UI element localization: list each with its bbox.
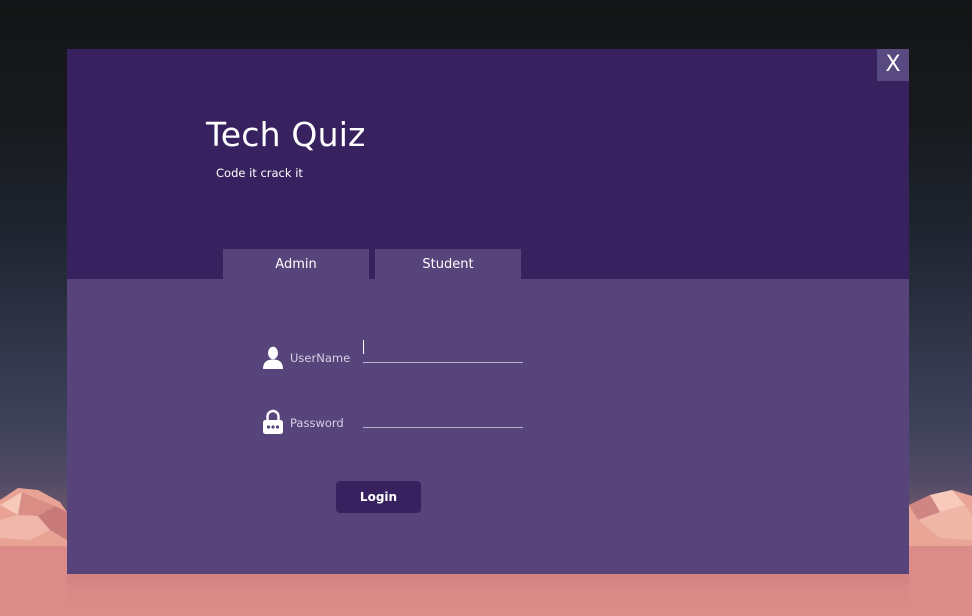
login-window: Tech Quiz Code it crack it Admin Student… <box>67 49 909 574</box>
window-header: Tech Quiz Code it crack it Admin Student <box>67 49 909 279</box>
app-title: Tech Quiz <box>206 115 366 154</box>
username-label: UserName <box>290 351 351 365</box>
password-label: Password <box>290 416 344 430</box>
username-input[interactable] <box>363 342 523 363</box>
lock-icon <box>263 409 283 434</box>
user-icon <box>263 346 283 369</box>
text-caret <box>363 340 364 354</box>
app-subtitle: Code it crack it <box>216 166 303 180</box>
tab-admin[interactable]: Admin <box>223 249 369 279</box>
login-button[interactable]: Login <box>336 481 421 513</box>
password-input[interactable] <box>363 407 523 428</box>
tab-student[interactable]: Student <box>375 249 521 279</box>
close-button[interactable]: X <box>877 49 909 81</box>
